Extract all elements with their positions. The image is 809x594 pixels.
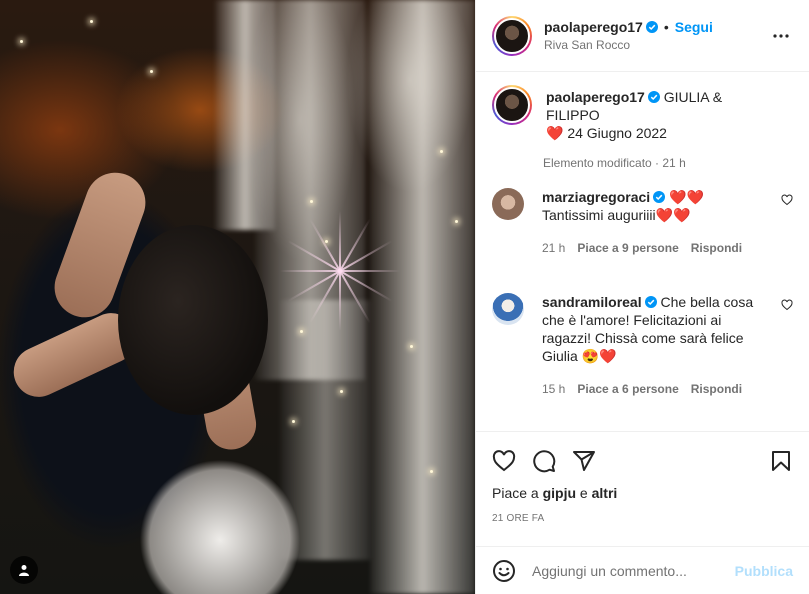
comment-likes[interactable]: Piace a 6 persone [577,382,678,396]
light-spark [20,40,23,43]
likes-others[interactable]: altri [592,485,618,501]
post-header: paolaperego17 • Segui Riva San Rocco [476,0,809,72]
post-location[interactable]: Riva San Rocco [544,38,769,52]
light-spark [90,20,93,23]
comment-username[interactable]: sandramiloreal [542,294,642,310]
caption-date: 24 Giugno 2022 [567,125,667,141]
verified-badge-icon [644,296,657,308]
comment-time[interactable]: 21 h [542,241,565,255]
light-spark [310,200,313,203]
light-spark [325,240,328,243]
comment-icon[interactable] [532,449,556,473]
comment-item: sandramiloreal Che bella cosa che è l'am… [492,293,793,396]
verified-badge-icon [653,191,666,203]
author-avatar[interactable] [492,15,532,56]
verified-badge-icon [647,91,660,103]
verified-badge-icon [645,21,658,33]
separator-dot: • [663,19,669,35]
comment-like-icon[interactable] [781,194,793,206]
reply-button[interactable]: Rispondi [691,241,742,255]
sparkler-starburst [280,211,400,331]
publish-button[interactable]: Pubblica [735,563,793,579]
caption-author-username[interactable]: paolaperego17 [546,89,645,105]
likes-connector: e [576,485,592,501]
comment-input[interactable] [532,562,735,579]
user-tag-icon [19,565,29,576]
author-username[interactable]: paolaperego17 [544,19,643,35]
light-spark [292,420,295,423]
comment-like-icon[interactable] [781,299,793,311]
edited-label: Elemento modificato · 21 h [543,156,686,170]
reply-button[interactable]: Rispondi [691,382,742,396]
light-spark [150,70,153,73]
likes-user[interactable]: gipju [543,485,576,501]
light-spark [340,390,343,393]
caption-heart: ❤️ [546,125,564,141]
light-spark [440,150,443,153]
comment-item: marziagregoraci ❤️❤️ Tantissimi auguriii… [492,188,793,255]
likes-prefix: Piace a [492,485,543,501]
post-timestamp[interactable]: 21 ORE FA [492,513,793,524]
post-panel: paolaperego17 • Segui Riva San Rocco pao… [475,0,809,594]
wedding-dress [120,430,320,594]
light-spark [430,470,433,473]
more-options-icon [773,33,789,38]
comment-username[interactable]: marziagregoraci [542,189,650,205]
light-spark [300,330,303,333]
bookmark-icon[interactable] [769,449,793,473]
likes-summary[interactable]: Piace a gipju e altri [492,485,793,501]
more-options-button[interactable] [769,24,793,48]
comment-avatar[interactable] [492,188,524,220]
comment-text: Tantissimi auguriiii❤️❤️ [542,207,691,223]
light-spark [410,345,413,348]
follow-button[interactable]: Segui [675,19,713,35]
comment-avatar[interactable] [492,293,524,325]
post-photo[interactable] [0,0,475,594]
share-icon[interactable] [572,449,596,473]
heart-icon[interactable] [492,449,516,473]
add-comment-bar: Pubblica [476,546,809,594]
emoji-icon[interactable] [492,559,516,583]
bride-hair [118,225,268,415]
caption: paolaperego17 GIULIA & FILIPPO ❤️ 24 Giu… [492,85,793,142]
comment-time[interactable]: 15 h [542,382,565,396]
light-spark [455,220,458,223]
comment-likes[interactable]: Piace a 9 persone [577,241,678,255]
caption-meta: Elemento modificato · 21 h [543,156,793,170]
post-actions: Piace a gipju e altri 21 ORE FA [476,431,809,524]
comment-text: ❤️❤️ [669,189,704,205]
comments-list[interactable]: paolaperego17 GIULIA & FILIPPO ❤️ 24 Giu… [476,73,809,431]
user-tag-button[interactable] [10,556,38,584]
caption-author-avatar[interactable] [492,85,532,125]
